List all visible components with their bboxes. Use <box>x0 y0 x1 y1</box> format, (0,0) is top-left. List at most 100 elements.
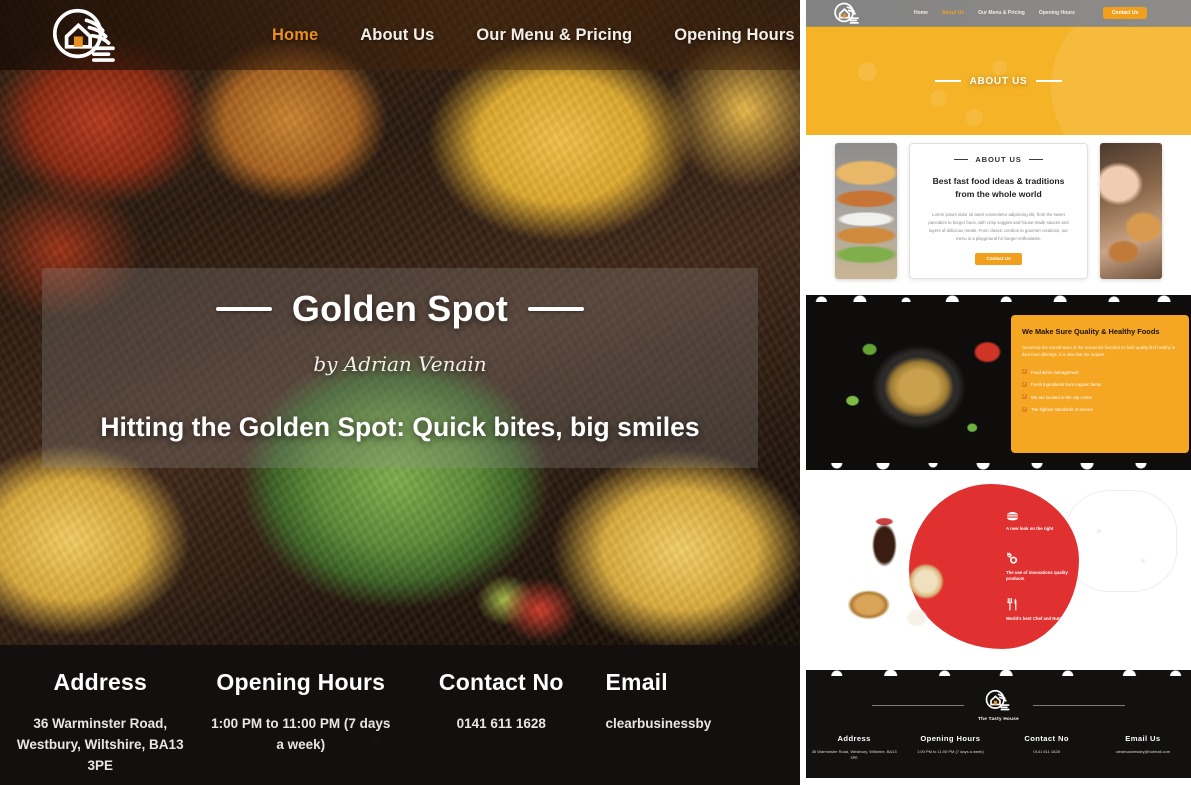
feature-label: The use of innovations quality products <box>1006 570 1068 582</box>
footer-text-opening-hours: 1:00 PM to 11:00 PM (7 days a week) <box>917 749 984 754</box>
about-page-preview: Home About Us Our Menu & Pricing Opening… <box>806 0 1191 785</box>
footer-column-address: Address 36 Warminster Road, Westbury, Wi… <box>0 669 201 785</box>
quality-feature-list: ✓ Food items management ✓ Fresh ingredie… <box>1022 369 1178 413</box>
quality-item-label: Fresh ingredients from organic farms <box>1031 382 1102 388</box>
banner-rule-right-decor <box>1036 80 1063 82</box>
nav-link-about-us[interactable]: About Us <box>360 26 434 45</box>
about-card-heading: Best fast food ideas & traditions from t… <box>932 176 1065 199</box>
quality-body: Genuinely the overall team of the restau… <box>1022 344 1176 358</box>
nav-link-menu-pricing[interactable]: Our Menu & Pricing <box>476 26 632 45</box>
check-icon: ✓ <box>1022 406 1027 412</box>
feature-item-quality-products: The use of innovations quality products <box>1006 552 1076 582</box>
quality-item-label: The highest standards of service <box>1031 407 1094 413</box>
footer-text-address: 36 Warminster Road, Westbury, Wiltshire,… <box>811 749 897 760</box>
footer-column-email: Email clearbusinessby <box>602 669 801 785</box>
footer-column-opening-hours: Opening Hours 1:00 PM to 11:00 PM (7 day… <box>201 669 402 785</box>
quality-list-item: ✓ Food items management <box>1022 369 1178 376</box>
pizza-drink-burger-photo <box>848 506 978 636</box>
rnav-link-opening-hours[interactable]: Opening Hours <box>1039 10 1075 16</box>
footer-heading-address: Address <box>837 734 871 743</box>
footer-heading-contact-no: Contact No <box>1024 734 1069 743</box>
hero-title: Golden Spot <box>291 288 509 329</box>
quality-list-item: ✓ The highest standards of service <box>1022 406 1178 413</box>
footer-column-email-us: Email Us clearbusinessby@hotmail.com <box>1095 734 1191 761</box>
footer-heading-email-us: Email Us <box>1125 734 1161 743</box>
footer-text-opening-hours: 1:00 PM to 11:00 PM (7 days a week) <box>211 716 391 752</box>
fork-knife-icon <box>1007 598 1017 611</box>
footer-rule-right-decor <box>1032 704 1125 706</box>
quality-item-label: We are located in the city center <box>1031 394 1093 400</box>
footer-brand-mark: The Tasty House <box>978 689 1019 721</box>
rnav-link-about-us[interactable]: About Us <box>942 10 964 16</box>
footer-column-contact-no: Contact No 0141 611 1628 <box>999 734 1095 761</box>
nav-link-opening-hours[interactable]: Opening Hours <box>674 26 794 45</box>
footer-heading-email: Email <box>605 669 668 695</box>
feature-item-new-look: A new look on the right <box>1006 510 1076 532</box>
about-banner-title: ABOUT US <box>969 75 1028 87</box>
about-card-eyebrow: ABOUT US <box>975 155 1022 164</box>
primary-navbar: Home About Us Our Menu & Pricing Opening… <box>0 0 800 70</box>
banner-rule-left-decor <box>934 80 961 82</box>
card-rule-right-decor <box>1028 159 1043 160</box>
secondary-navbar: Home About Us Our Menu & Pricing Opening… <box>806 0 1191 27</box>
woman-eating-burger-photo <box>1100 143 1162 279</box>
features-section: A new look on the right The use of innov… <box>806 470 1191 670</box>
chicken-burger-photo <box>835 143 897 279</box>
footer-heading-address: Address <box>53 669 147 695</box>
footer-columns: Address 36 Warminster Road, Westbury, Wi… <box>806 734 1191 761</box>
house-hand-logo-icon[interactable] <box>832 2 862 24</box>
quality-title: We Make Sure Quality & Healthy Foods <box>1022 327 1160 336</box>
hero-rule-left-decor <box>215 307 272 311</box>
house-hand-logo-icon[interactable] <box>984 689 1012 711</box>
about-card-title-row: ABOUT US <box>922 155 1075 164</box>
card-rule-left-decor <box>954 159 969 160</box>
quality-section: We Make Sure Quality & Healthy Foods Gen… <box>806 295 1191 470</box>
footer-text-contact-no: 0141 611 1628 <box>1033 749 1060 754</box>
hero-rule-right-decor <box>528 307 585 311</box>
quality-list-item: ✓ We are located in the city center <box>1022 394 1178 401</box>
nav-link-home[interactable]: Home <box>272 26 318 45</box>
hero-banner: Golden Spot by Adrian Venain Hitting the… <box>42 268 758 468</box>
about-page-footer: The Tasty House Address 36 Warminster Ro… <box>806 670 1191 778</box>
rnav-link-home[interactable]: Home <box>914 10 928 16</box>
desktop-site-preview: Home About Us Our Menu & Pricing Opening… <box>0 0 800 785</box>
hero-byline: by Adrian Venain <box>313 352 487 376</box>
footer-text-email-us[interactable]: clearbusinessby@hotmail.com <box>1097 749 1189 755</box>
feature-label: A new look on the right <box>1006 526 1054 531</box>
feature-item-best-chef: World's best Chef and Nutritionist <box>1006 598 1076 622</box>
rnav-link-menu-pricing[interactable]: Our Menu & Pricing <box>978 10 1025 16</box>
site-footer: Address 36 Warminster Road, Westbury, Wi… <box>0 645 800 785</box>
nav-links: Home About Us Our Menu & Pricing Opening… <box>272 26 795 45</box>
contact-us-button[interactable]: Contact Us <box>1102 7 1148 19</box>
secondary-nav-links: Home About Us Our Menu & Pricing Opening… <box>914 7 1148 19</box>
screenshot-root: Home About Us Our Menu & Pricing Opening… <box>0 0 1191 785</box>
award-badge-icon <box>1007 552 1018 564</box>
footer-brand: The Tasty House <box>806 689 1191 721</box>
quality-item-label: Food items management <box>1031 369 1079 375</box>
check-icon: ✓ <box>1022 381 1027 387</box>
footer-heading-opening-hours: Opening Hours <box>216 669 386 695</box>
quality-card: We Make Sure Quality & Healthy Foods Gen… <box>1011 315 1189 453</box>
footer-rule-left-decor <box>872 704 965 706</box>
quality-list-item: ✓ Fresh ingredients from organic farms <box>1022 381 1178 388</box>
shrimp-rice-dish-photo <box>824 317 1014 452</box>
about-card-contact-button[interactable]: Contact Us <box>975 252 1022 265</box>
about-section: ABOUT US Best fast food ideas & traditio… <box>806 135 1191 295</box>
footer-brand-name: The Tasty House <box>978 716 1019 721</box>
footer-heading-contact-no: Contact No <box>438 669 564 695</box>
check-icon: ✓ <box>1022 394 1027 400</box>
hero-tagline: Hitting the Golden Spot: Quick bites, bi… <box>100 412 700 442</box>
banner-title-row: ABOUT US <box>934 75 1063 87</box>
feature-label: World's best Chef and Nutritionist <box>1006 616 1076 621</box>
about-card-body: Lorem ipsum dolor sit amet consectetur a… <box>928 211 1069 241</box>
about-page-banner: ABOUT US <box>806 27 1191 135</box>
footer-column-address: Address 36 Warminster Road, Westbury, Wi… <box>806 734 902 761</box>
house-hand-logo-icon[interactable] <box>48 7 122 63</box>
about-card: ABOUT US Best fast food ideas & traditio… <box>909 143 1088 279</box>
footer-heading-opening-hours: Opening Hours <box>920 734 981 743</box>
footer-column-opening-hours: Opening Hours 1:00 PM to 11:00 PM (7 day… <box>902 734 998 761</box>
footer-column-contact-no: Contact No 0141 611 1628 <box>401 669 602 785</box>
check-icon: ✓ <box>1022 369 1027 375</box>
footer-text-address: 36 Warminster Road, Westbury, Wiltshire,… <box>16 716 184 773</box>
footer-text-email[interactable]: clearbusinessby <box>606 714 795 735</box>
